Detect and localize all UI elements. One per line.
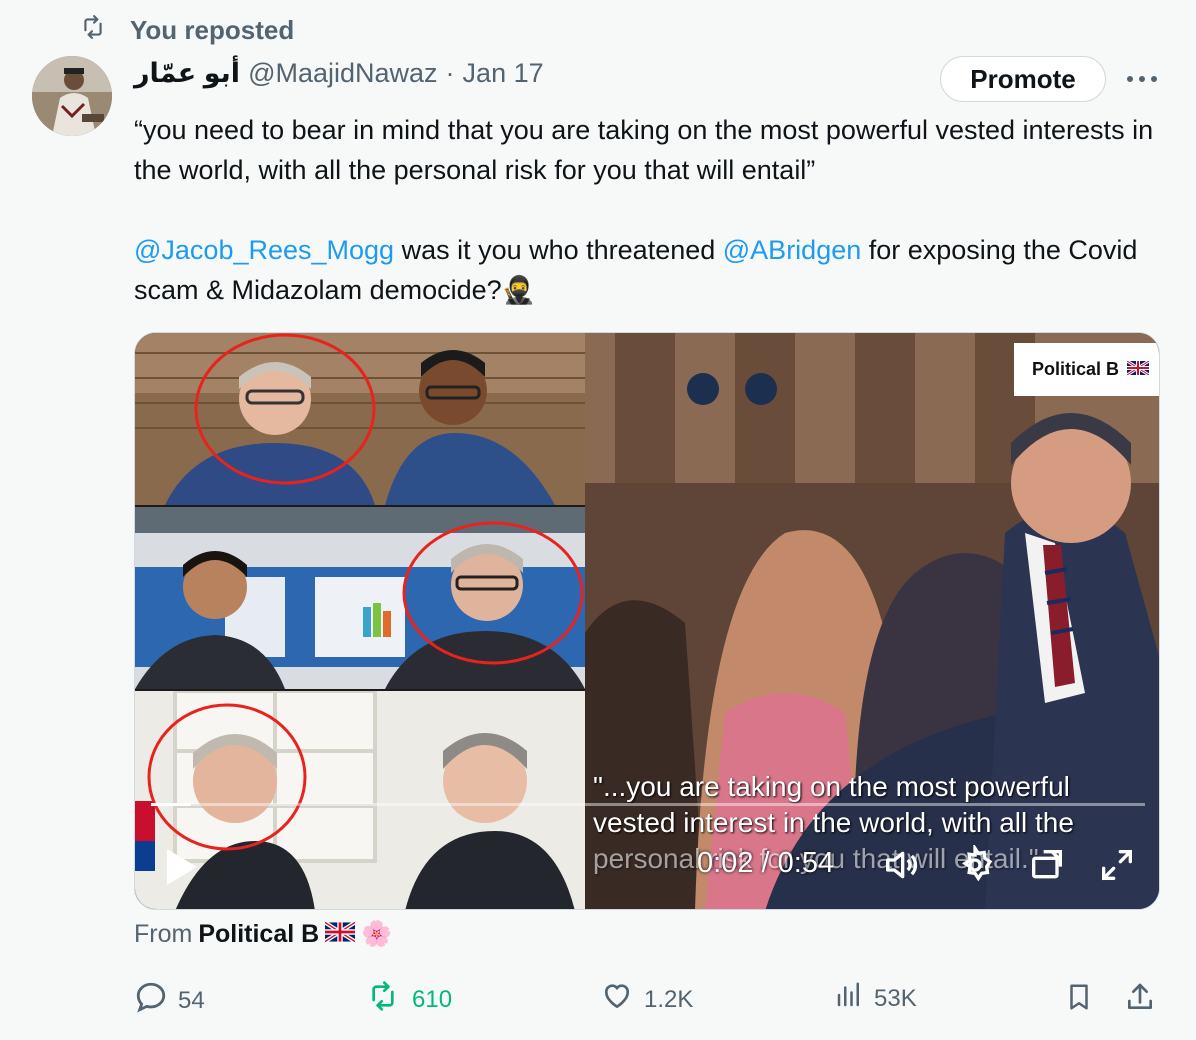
like-icon — [600, 980, 634, 1019]
views-count: 53K — [874, 984, 917, 1012]
tweet-header: أبو عمّار @MaajidNawaz · Jan 17 — [134, 58, 544, 89]
tweet-text: “you need to bear in mind that you are t… — [134, 110, 1164, 310]
from-prefix: From — [134, 920, 193, 948]
more-icon[interactable] — [1124, 64, 1160, 94]
views-button[interactable]: 53K — [834, 980, 917, 1017]
share-icon[interactable] — [1124, 980, 1156, 1014]
time-total: 0:54 — [777, 847, 835, 879]
time-separator: / — [761, 847, 770, 879]
video-time: 0:02 / 0:54 — [697, 847, 834, 880]
like-button[interactable]: 1.2K — [600, 980, 693, 1019]
repost-count: 610 — [412, 985, 453, 1013]
pip-icon[interactable] — [1027, 845, 1067, 885]
reply-button[interactable]: 54 — [134, 980, 205, 1021]
video-controls: 0:02 / 0:54 — [135, 793, 1159, 909]
mention-link[interactable]: @ABridgen — [723, 235, 861, 265]
video-source-label: Political B — [1031, 359, 1119, 379]
video-progress-fill — [151, 803, 191, 806]
repost-indicator[interactable]: You reposted — [78, 14, 294, 47]
flower-emoji: 🌸 — [361, 920, 393, 948]
time-current: 0:02 — [697, 847, 754, 879]
repost-icon — [78, 14, 108, 47]
from-attribution[interactable]: From Political B 🌸 — [134, 920, 392, 949]
repost-button[interactable]: 610 — [364, 980, 452, 1019]
collage-photo-middle — [135, 507, 585, 689]
from-account[interactable]: Political B — [198, 920, 319, 949]
tweet-quote: “you need to bear in mind that you are t… — [134, 115, 1154, 185]
header-separator: · — [445, 58, 455, 88]
video-source-tag: Political B — [1013, 343, 1159, 396]
avatar[interactable] — [32, 56, 112, 136]
reply-icon — [134, 980, 168, 1021]
mention-link[interactable]: @Jacob_Rees_Mogg — [134, 235, 394, 265]
author-handle[interactable]: @MaajidNawaz — [248, 58, 437, 89]
bookmark-icon[interactable] — [1064, 980, 1094, 1014]
like-count: 1.2K — [644, 985, 694, 1013]
uk-flag-icon — [1126, 359, 1150, 380]
ninja-emoji: 🥷 — [501, 275, 536, 305]
collage-photo-top — [135, 333, 585, 505]
repost-icon — [364, 980, 402, 1019]
video-progress-bar[interactable] — [151, 803, 1145, 806]
tweet-body: @Jacob_Rees_Mogg was it you who threaten… — [134, 230, 1164, 310]
promote-button[interactable]: Promote — [940, 56, 1106, 102]
play-icon[interactable] — [161, 845, 201, 889]
video-player[interactable]: Political B "...you are taking on the mo… — [134, 332, 1160, 910]
tweet-text-segment: was it you who threatened — [394, 235, 723, 265]
repost-label: You reposted — [130, 15, 295, 45]
views-icon — [834, 980, 864, 1017]
uk-flag-icon — [324, 920, 357, 949]
tweet-date[interactable]: Jan 17 — [463, 58, 544, 89]
reply-count: 54 — [178, 986, 205, 1014]
action-bar: 54 610 1.2K 53K — [134, 980, 1164, 1020]
volume-icon[interactable] — [881, 845, 921, 885]
author-display-name[interactable]: أبو عمّار — [134, 58, 240, 89]
settings-icon[interactable] — [955, 842, 995, 885]
fullscreen-icon[interactable] — [1097, 845, 1137, 885]
